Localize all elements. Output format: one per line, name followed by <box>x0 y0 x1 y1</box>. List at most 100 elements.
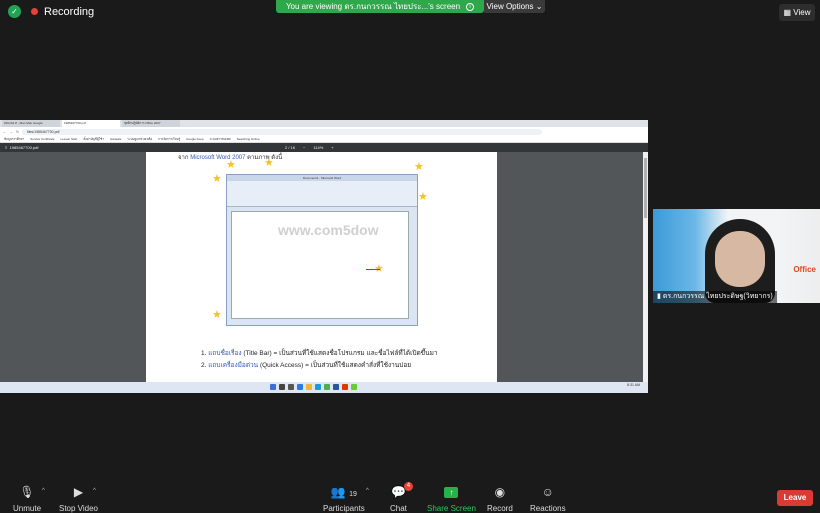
pdf-toolbar: ≡ 1985467700.pdf 2 / 16 − 114% + <box>0 143 648 152</box>
signal-icon: ▮ <box>657 293 661 300</box>
bookmark-item[interactable]: ข้อมูลการศึกษา <box>4 136 24 142</box>
edge-icon[interactable] <box>315 384 321 390</box>
view-button[interactable]: ▦ View <box>779 4 815 21</box>
scroll-thumb[interactable] <box>644 158 647 218</box>
recording-dot-icon <box>31 8 38 15</box>
back-icon[interactable]: ← <box>3 130 7 134</box>
taskbar-icons <box>270 384 357 390</box>
leave-button[interactable]: Leave <box>777 490 813 506</box>
participants-count: 19 <box>349 491 357 498</box>
pdf-scrollbar[interactable] <box>643 152 648 382</box>
list-text: (Quick Access) = เป็นส่วนที่ใช้แสดงคำสั่… <box>259 362 412 369</box>
star-marker-icon: ★ <box>226 159 236 171</box>
star-marker-icon: ★ <box>212 173 222 185</box>
info-icon[interactable]: i <box>466 2 475 11</box>
participant-video[interactable]: Office ▮ ดร.กนกวรรณ ไทยประดิษฐ(วิทยากร) <box>653 209 820 303</box>
unmute-button[interactable]: 🎙 Unmute <box>13 485 41 513</box>
unmute-label: Unmute <box>13 504 42 513</box>
shared-screen: สอบ คอ ท - Man Man Google 1985467700.pdf… <box>0 120 648 393</box>
windows-taskbar: 8:31 AM <box>0 382 648 393</box>
participants-button[interactable]: 👥 19 Participants <box>323 485 365 513</box>
reload-icon[interactable]: ↻ <box>16 130 19 134</box>
pdf-zoom[interactable]: 114% <box>313 145 323 150</box>
browser-tab-2[interactable]: 1985467700.pdf <box>62 120 120 127</box>
watermark: www.com5dow <box>278 222 379 238</box>
list-item: 2. แถบเครื่องมือด่วน (Quick Access) = เป… <box>201 360 438 372</box>
star-marker-icon: ★ <box>264 157 274 169</box>
participants-icon: 👥 19 <box>330 485 357 499</box>
task-view-icon[interactable] <box>288 384 294 390</box>
security-shield-icon[interactable]: ✓ <box>8 5 21 18</box>
bookmark-item[interactable]: hotdeals <box>110 136 121 142</box>
recording-indicator[interactable]: ✓ Recording <box>8 5 94 18</box>
list-text: (Title Bar) = เป็นส่วนที่ใช้แสดงชื่อโปรแ… <box>243 350 438 357</box>
top-bar: ✓ Recording You are viewing ดร.กนกวรรณ ไ… <box>0 0 820 24</box>
audio-options-chevron-icon[interactable]: ^ <box>42 488 45 494</box>
view-button-label: View <box>793 8 811 17</box>
chat-icon: 💬 4 <box>391 482 413 499</box>
browser-tab-3[interactable]: ชุดฝึกปฏิบัติการ Office 2007 <box>122 120 180 127</box>
reactions-icon: ☺ <box>541 485 554 499</box>
chat-button[interactable]: 💬 4 Chat <box>390 482 413 513</box>
participant-name-tag: ▮ ดร.กนกวรรณ ไทยประดิษฐ(วิทยากร) <box>653 291 777 303</box>
bookmark-item[interactable]: Searching Online <box>237 136 260 142</box>
record-button[interactable]: ◉ Record <box>487 485 513 513</box>
bookmark-item[interactable]: การจัดการเรียนรู้ <box>158 136 180 142</box>
share-screen-icon: ↑ <box>444 487 459 498</box>
taskbar-clock: 8:31 AM <box>627 383 640 387</box>
address-bar: ← → ↻ files/1985467700.pdf <box>0 127 648 136</box>
menu-icon[interactable]: ≡ <box>5 145 7 150</box>
star-marker-icon: ★ <box>414 161 424 173</box>
star-marker-icon: ★ <box>212 309 222 321</box>
pdf-page-indicator[interactable]: 2 / 16 <box>285 145 295 150</box>
zoom-in-icon[interactable]: + <box>331 145 333 150</box>
star-marker-icon: ★ <box>418 191 428 203</box>
chrome-icon[interactable] <box>324 384 330 390</box>
pointer-line <box>366 269 380 270</box>
zoom-out-icon[interactable]: − <box>303 145 305 150</box>
bookmark-item[interactable]: Lesson Start <box>61 136 78 142</box>
app-icon[interactable] <box>342 384 348 390</box>
app-icon[interactable] <box>351 384 357 390</box>
word-ribbon <box>227 181 417 207</box>
page-top-prefix: จาก <box>178 155 189 161</box>
record-icon: ◉ <box>494 485 506 499</box>
person-face <box>715 231 765 287</box>
office-logo: Office <box>793 265 816 274</box>
widgets-icon[interactable] <box>297 384 303 390</box>
file-explorer-icon[interactable] <box>306 384 312 390</box>
reactions-button[interactable]: ☺ Reactions <box>530 485 566 513</box>
list-label: แถบเครื่องมือด่วน <box>208 362 259 369</box>
video-camera-icon: ▶ <box>73 485 84 499</box>
bookmark-item[interactable]: ระบบสารสนเทศ <box>210 136 231 142</box>
pdf-filename: 1985467700.pdf <box>9 145 39 150</box>
list-item: 1. แถบชื่อเรื่อง (Title Bar) = เป็นส่วนท… <box>201 348 438 360</box>
participant-name: ดร.กนกวรรณ ไทยประดิษฐ(วิทยากร) <box>662 293 773 300</box>
bookmark-item[interactable]: ระบบดูแลช่วยเหลือ <box>127 136 152 142</box>
banner-text: You are viewing ดร.กนกวรรณ ไทยประ...'s s… <box>285 2 461 11</box>
url-field[interactable]: files/1985467700.pdf <box>21 128 542 135</box>
reactions-label: Reactions <box>530 504 566 513</box>
view-options-label: View Options <box>486 2 534 11</box>
bookmark-item[interactable]: Service Certificate <box>30 136 54 142</box>
word-icon[interactable] <box>333 384 339 390</box>
share-screen-label: Share Screen <box>427 504 476 513</box>
bookmark-item[interactable]: ตั้งค่าบัญชีผู้ใช้ฯ <box>83 136 104 142</box>
view-options-button[interactable]: View Options ⌄ <box>484 0 545 13</box>
participants-chevron-icon[interactable]: ^ <box>366 488 369 494</box>
share-screen-button[interactable]: ↑ Share Screen <box>427 485 476 513</box>
word-screenshot: Document1 - Microsoft Word www.com5dow <box>226 174 418 326</box>
start-icon[interactable] <box>270 384 276 390</box>
forward-icon[interactable]: → <box>10 130 14 134</box>
recording-label: Recording <box>44 5 95 18</box>
browser-tab-1[interactable]: สอบ คอ ท - Man Man Google <box>2 120 60 127</box>
bookmark-item[interactable]: Google Keep <box>186 136 204 142</box>
muted-microphone-icon: 🎙 <box>19 485 35 499</box>
search-icon[interactable] <box>279 384 285 390</box>
list-num: 2. <box>201 362 207 369</box>
video-options-chevron-icon[interactable]: ^ <box>93 488 96 494</box>
bookmarks-bar: ข้อมูลการศึกษา Service Certificate Lesso… <box>0 136 648 143</box>
meeting-controls: 🎙 Unmute ^ ▶ Stop Video ^ 👥 19 Participa… <box>0 481 820 513</box>
page-top-link: Microsoft Word 2007 <box>190 155 246 161</box>
office-label: Office <box>793 265 816 274</box>
